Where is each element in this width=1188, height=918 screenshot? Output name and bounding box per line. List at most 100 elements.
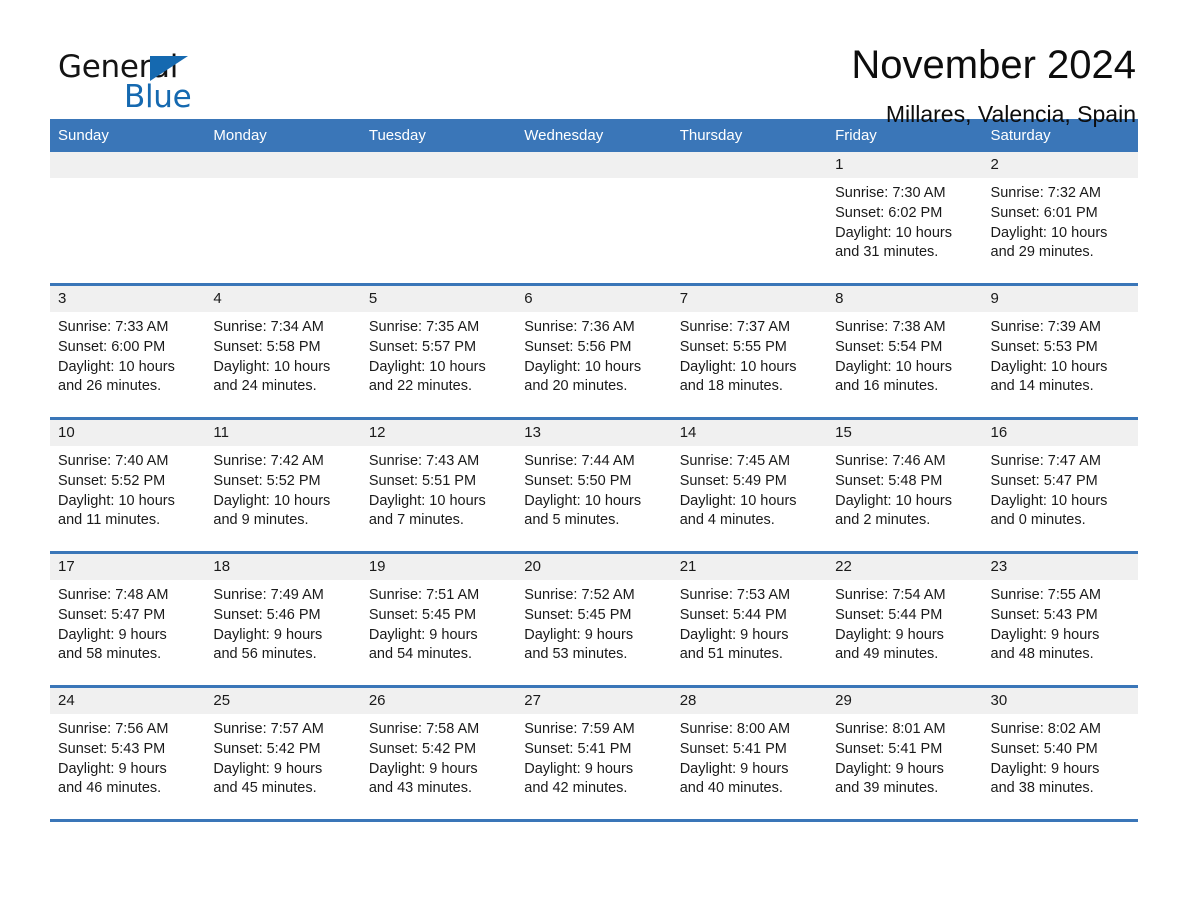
day-number bbox=[671, 152, 828, 178]
calendar-day-cell[interactable]: 6 Sunrise: 7:36 AM Sunset: 5:56 PM Daylight… bbox=[516, 283, 672, 419]
day-details: Sunrise: 7:54 AM Sunset: 5:44 PM Daylight:… bbox=[827, 580, 982, 665]
calendar-day-cell[interactable]: 28 Sunrise: 8:00 AM Sunset: 5:41 PM Dayligh… bbox=[671, 685, 828, 819]
sunset-text: Sunset: 5:44 PM bbox=[679, 606, 787, 623]
day-cell-inner: 5 Sunrise: 7:35 AM Sunset: 5:57 PM Daylight… bbox=[360, 286, 517, 417]
day-details: Sunrise: 7:30 AM Sunset: 6:02 PM Daylight:… bbox=[827, 178, 982, 263]
sunrise-text: Sunrise: 8:00 AM bbox=[679, 721, 791, 737]
calendar-day-cell[interactable]: 18 Sunrise: 7:49 AM Sunset: 5:46 PM Dayligh… bbox=[205, 551, 361, 687]
day-details: Sunrise: 7:48 AM Sunset: 5:47 PM Daylight:… bbox=[50, 580, 205, 665]
day-number: 21 bbox=[671, 554, 828, 580]
day-number: 1 bbox=[827, 152, 983, 178]
day-number: 15 bbox=[827, 420, 983, 446]
sunrise-text: Sunrise: 7:49 AM bbox=[213, 587, 324, 603]
sunrise-text: Sunrise: 7:44 AM bbox=[524, 453, 635, 469]
calendar-day-cell[interactable]: 8 Sunrise: 7:38 AM Sunset: 5:54 PM Daylight… bbox=[827, 283, 983, 419]
day-details: Sunrise: 7:33 AM Sunset: 6:00 PM Daylight:… bbox=[50, 312, 205, 397]
sunset-text: Sunset: 5:58 PM bbox=[213, 338, 321, 355]
calendar-day-cell[interactable]: 15 Sunrise: 7:46 AM Sunset: 5:48 PM Dayligh… bbox=[827, 417, 983, 553]
weekday-header-sunday: Sunday bbox=[50, 119, 206, 152]
calendar-day-cell[interactable]: 1 Sunrise: 7:30 AM Sunset: 6:02 PM Daylight… bbox=[827, 152, 983, 285]
day-cell-inner: 11 Sunrise: 7:42 AM Sunset: 5:52 PM Dayligh… bbox=[205, 420, 361, 551]
day-number: 9 bbox=[982, 286, 1138, 312]
sunset-text: Sunset: 5:45 PM bbox=[524, 606, 632, 623]
calendar-day-cell[interactable]: 17 Sunrise: 7:48 AM Sunset: 5:47 PM Dayligh… bbox=[50, 551, 206, 687]
calendar-day-cell[interactable]: 24 Sunrise: 7:56 AM Sunset: 5:43 PM Dayligh… bbox=[50, 685, 206, 819]
day-cell-inner: 24 Sunrise: 7:56 AM Sunset: 5:43 PM Dayligh… bbox=[50, 688, 206, 819]
calendar-week-row: 17 Sunrise: 7:48 AM Sunset: 5:47 PM Dayligh… bbox=[50, 551, 1138, 687]
day-details: Sunrise: 7:46 AM Sunset: 5:48 PM Daylight:… bbox=[827, 446, 982, 531]
generalblue-logo[interactable]: General Blue bbox=[50, 44, 200, 120]
calendar-day-cell[interactable]: 12 Sunrise: 7:43 AM Sunset: 5:51 PM Dayligh… bbox=[360, 417, 517, 553]
sunset-text: Sunset: 5:47 PM bbox=[990, 472, 1098, 489]
daylight-text-line2: and 24 minutes. bbox=[213, 378, 317, 395]
day-cell-inner bbox=[205, 152, 361, 283]
sunset-text: Sunset: 5:56 PM bbox=[524, 338, 632, 355]
sunrise-text: Sunrise: 7:53 AM bbox=[679, 587, 791, 603]
calendar-day-cell[interactable]: 11 Sunrise: 7:42 AM Sunset: 5:52 PM Dayligh… bbox=[205, 417, 361, 553]
daylight-text-line1: Daylight: 10 hours bbox=[990, 358, 1108, 375]
day-details: Sunrise: 7:32 AM Sunset: 6:01 PM Daylight:… bbox=[983, 178, 1138, 263]
calendar-day-cell[interactable]: 23 Sunrise: 7:55 AM Sunset: 5:43 PM Dayligh… bbox=[982, 551, 1138, 687]
calendar-day-cell[interactable]: 3 Sunrise: 7:33 AM Sunset: 6:00 PM Daylight… bbox=[50, 283, 206, 419]
daylight-text-line1: Daylight: 10 hours bbox=[213, 492, 331, 509]
day-number: 22 bbox=[827, 554, 983, 580]
daylight-text-line2: and 56 minutes. bbox=[213, 646, 317, 663]
sunrise-text: Sunrise: 7:52 AM bbox=[524, 587, 635, 603]
sunset-text: Sunset: 5:48 PM bbox=[835, 472, 943, 489]
day-number: 6 bbox=[516, 286, 672, 312]
day-details: Sunrise: 7:42 AM Sunset: 5:52 PM Daylight:… bbox=[205, 446, 360, 531]
daylight-text-line2: and 20 minutes. bbox=[524, 378, 628, 395]
calendar-day-cell[interactable]: 21 Sunrise: 7:53 AM Sunset: 5:44 PM Dayligh… bbox=[671, 551, 828, 687]
day-details: Sunrise: 8:01 AM Sunset: 5:41 PM Daylight:… bbox=[827, 714, 982, 799]
calendar-day-cell[interactable]: 29 Sunrise: 8:01 AM Sunset: 5:41 PM Dayligh… bbox=[827, 685, 983, 819]
calendar-day-cell[interactable]: 2 Sunrise: 7:32 AM Sunset: 6:01 PM Daylight… bbox=[982, 152, 1138, 285]
sunset-text: Sunset: 5:50 PM bbox=[524, 472, 632, 489]
calendar-day-cell[interactable]: 13 Sunrise: 7:44 AM Sunset: 5:50 PM Dayligh… bbox=[516, 417, 672, 553]
sunset-text: Sunset: 5:49 PM bbox=[679, 472, 787, 489]
calendar-day-cell[interactable]: 4 Sunrise: 7:34 AM Sunset: 5:58 PM Daylight… bbox=[205, 283, 361, 419]
sunset-text: Sunset: 5:42 PM bbox=[213, 740, 321, 757]
day-cell-inner bbox=[50, 152, 206, 283]
daylight-text-line2: and 22 minutes. bbox=[368, 378, 473, 395]
calendar-day-cell[interactable]: 9 Sunrise: 7:39 AM Sunset: 5:53 PM Daylight… bbox=[982, 283, 1138, 419]
day-cell-inner: 2 Sunrise: 7:32 AM Sunset: 6:01 PM Daylight… bbox=[982, 152, 1138, 283]
calendar-bottom-rule bbox=[50, 819, 1138, 822]
calendar-day-cell[interactable]: 25 Sunrise: 7:57 AM Sunset: 5:42 PM Dayligh… bbox=[205, 685, 361, 819]
day-number: 10 bbox=[50, 420, 206, 446]
daylight-text-line2: and 18 minutes. bbox=[679, 378, 783, 395]
daylight-text-line2: and 31 minutes. bbox=[835, 244, 939, 261]
day-details: Sunrise: 7:56 AM Sunset: 5:43 PM Daylight:… bbox=[50, 714, 205, 799]
sunset-text: Sunset: 5:52 PM bbox=[58, 472, 166, 489]
daylight-text-line2: and 39 minutes. bbox=[835, 780, 939, 797]
day-cell-inner: 30 Sunrise: 8:02 AM Sunset: 5:40 PM Dayligh… bbox=[982, 688, 1138, 819]
calendar-day-cell[interactable]: 7 Sunrise: 7:37 AM Sunset: 5:55 PM Daylight… bbox=[671, 283, 828, 419]
calendar-day-cell[interactable]: 20 Sunrise: 7:52 AM Sunset: 5:45 PM Dayligh… bbox=[516, 551, 672, 687]
daylight-text-line2: and 45 minutes. bbox=[213, 780, 317, 797]
calendar-day-cell[interactable]: 27 Sunrise: 7:59 AM Sunset: 5:41 PM Dayligh… bbox=[516, 685, 672, 819]
daylight-text-line2: and 7 minutes. bbox=[368, 512, 464, 529]
daylight-text-line2: and 16 minutes. bbox=[835, 378, 939, 395]
calendar-day-cell[interactable]: 26 Sunrise: 7:58 AM Sunset: 5:42 PM Dayligh… bbox=[360, 685, 517, 819]
calendar-day-cell[interactable]: 19 Sunrise: 7:51 AM Sunset: 5:45 PM Dayligh… bbox=[360, 551, 517, 687]
daylight-text-line2: and 58 minutes. bbox=[58, 646, 162, 663]
sunrise-text: Sunrise: 7:48 AM bbox=[58, 587, 169, 603]
daylight-text-line2: and 49 minutes. bbox=[835, 646, 939, 663]
calendar-day-cell[interactable]: 22 Sunrise: 7:54 AM Sunset: 5:44 PM Dayligh… bbox=[827, 551, 983, 687]
calendar-day-cell[interactable]: 5 Sunrise: 7:35 AM Sunset: 5:57 PM Daylight… bbox=[360, 283, 517, 419]
sunrise-text: Sunrise: 7:39 AM bbox=[990, 319, 1101, 335]
calendar-day-cell[interactable]: 10 Sunrise: 7:40 AM Sunset: 5:52 PM Dayligh… bbox=[50, 417, 206, 553]
day-cell-inner: 19 Sunrise: 7:51 AM Sunset: 5:45 PM Dayligh… bbox=[360, 554, 517, 685]
daylight-text-line1: Daylight: 10 hours bbox=[213, 358, 331, 375]
sunrise-text: Sunrise: 7:54 AM bbox=[835, 587, 946, 603]
sunrise-text: Sunrise: 7:47 AM bbox=[990, 453, 1101, 469]
day-number: 13 bbox=[516, 420, 672, 446]
calendar-day-cell[interactable]: 14 Sunrise: 7:45 AM Sunset: 5:49 PM Dayligh… bbox=[671, 417, 828, 553]
daylight-text-line1: Daylight: 9 hours bbox=[524, 626, 634, 643]
sunset-text: Sunset: 5:54 PM bbox=[835, 338, 943, 355]
calendar-day-cell[interactable]: 16 Sunrise: 7:47 AM Sunset: 5:47 PM Dayligh… bbox=[982, 417, 1138, 553]
day-number: 5 bbox=[360, 286, 517, 312]
page-subtitle: Millares, Valencia, Spain bbox=[885, 101, 1136, 127]
day-cell-inner: 7 Sunrise: 7:37 AM Sunset: 5:55 PM Daylight… bbox=[671, 286, 828, 417]
sunrise-text: Sunrise: 7:30 AM bbox=[835, 185, 946, 201]
calendar-day-cell[interactable]: 30 Sunrise: 8:02 AM Sunset: 5:40 PM Dayligh… bbox=[982, 685, 1138, 819]
